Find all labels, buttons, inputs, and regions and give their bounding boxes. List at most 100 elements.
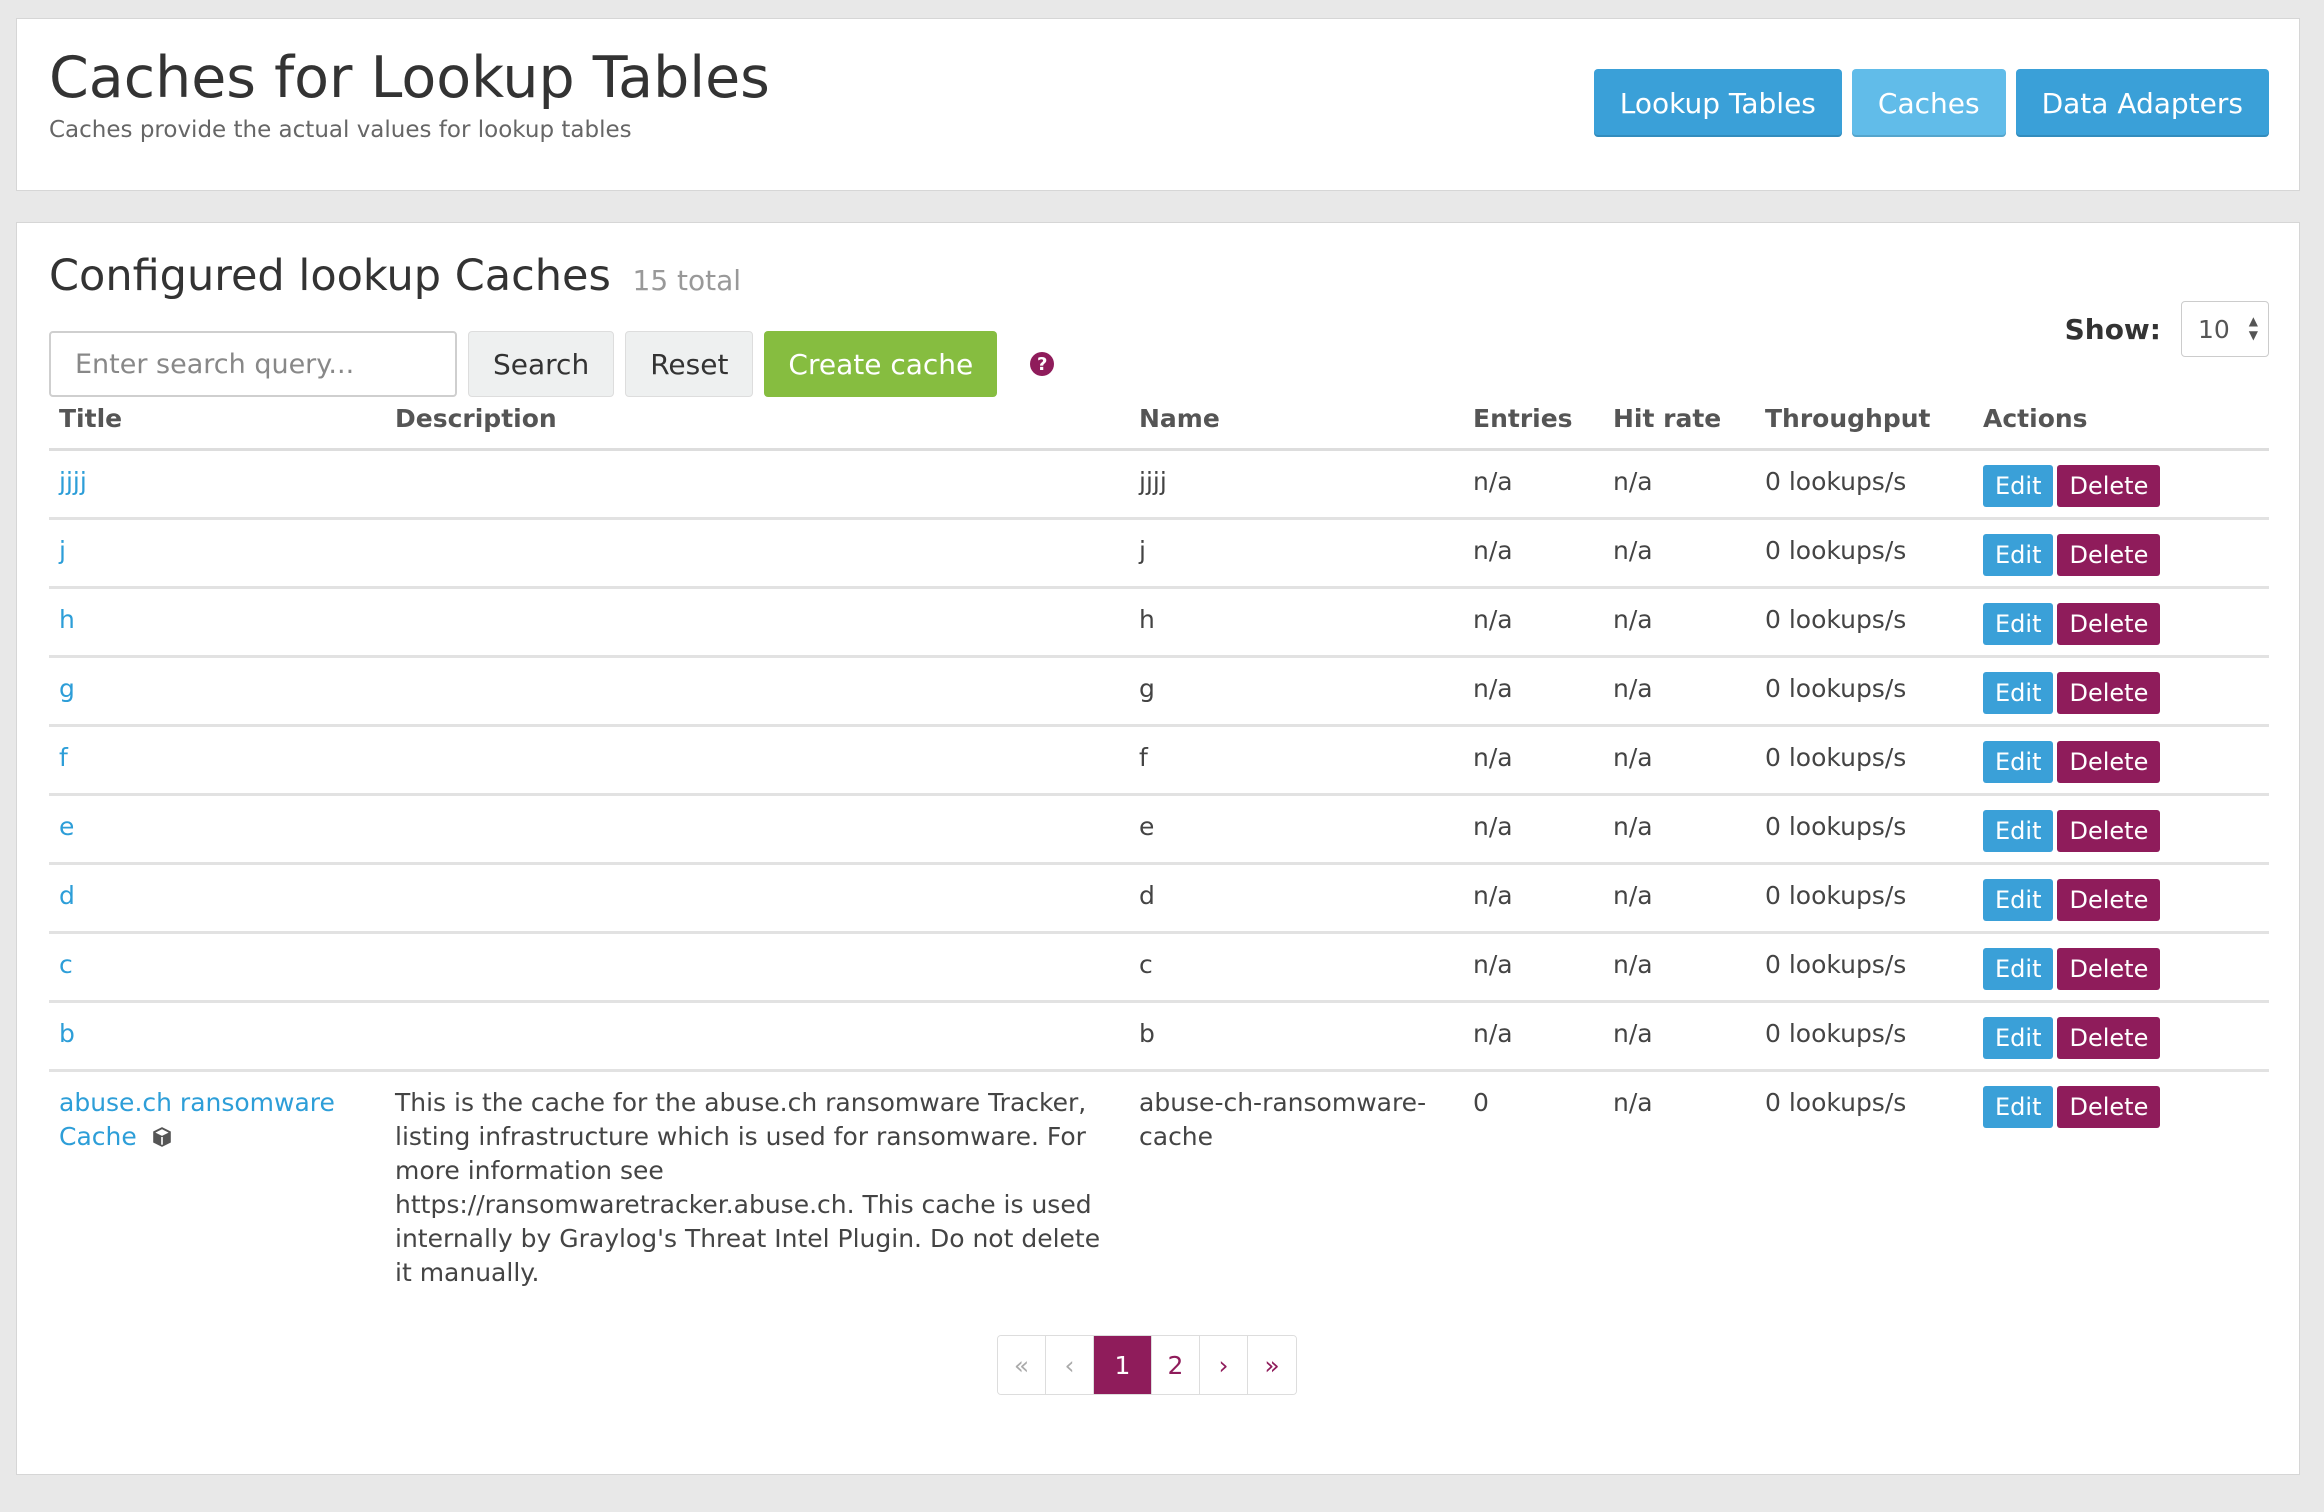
table-row: e e n/a n/a 0 lookups/s Edit Delete (49, 794, 2269, 865)
cache-name: abuse-ch-ransomware-cache (1139, 1088, 1427, 1151)
page-subtitle: Caches provide the actual values for loo… (49, 117, 632, 143)
delete-button[interactable]: Delete (2057, 879, 2161, 921)
create-cache-button[interactable]: Create cache (764, 331, 998, 397)
cache-name: g (1129, 656, 1463, 727)
cache-name: c (1129, 932, 1463, 1003)
cache-name: e (1129, 794, 1463, 865)
cache-entries: n/a (1463, 518, 1603, 589)
edit-button[interactable]: Edit (1983, 948, 2054, 990)
cache-description (385, 1001, 1129, 1072)
cube-icon (152, 1127, 171, 1147)
edit-button[interactable]: Edit (1983, 465, 2054, 507)
cache-title-link[interactable]: abuse.ch ransomware Cache (59, 1088, 335, 1151)
page-size-control: Show: 10 ▲ ▼ (2065, 301, 2269, 357)
header-panel: Caches for Lookup Tables Caches provide … (16, 18, 2300, 191)
column-actions: Actions (1973, 401, 2269, 451)
edit-button[interactable]: Edit (1983, 534, 2054, 576)
pagination: « ‹ 1 2 › » (997, 1335, 1297, 1395)
prev-page-button[interactable]: ‹ (1046, 1336, 1094, 1394)
cache-entries: n/a (1463, 587, 1603, 658)
cache-throughput: 0 lookups/s (1755, 863, 1973, 934)
cache-description (385, 656, 1129, 727)
edit-button[interactable]: Edit (1983, 810, 2054, 852)
data-adapters-button[interactable]: Data Adapters (2015, 69, 2269, 137)
delete-button[interactable]: Delete (2057, 534, 2161, 576)
search-input[interactable] (49, 331, 457, 397)
column-throughput: Throughput (1755, 401, 1973, 451)
cache-hit-rate: n/a (1603, 794, 1755, 865)
cache-name: f (1129, 725, 1463, 796)
table-row: f f n/a n/a 0 lookups/s Edit Delete (49, 725, 2269, 796)
cache-description (385, 725, 1129, 796)
delete-button[interactable]: Delete (2057, 465, 2161, 507)
edit-button[interactable]: Edit (1983, 879, 2054, 921)
cache-title-link[interactable]: h (59, 605, 75, 634)
cache-description (385, 518, 1129, 589)
delete-button[interactable]: Delete (2057, 1017, 2161, 1059)
page-title: Caches for Lookup Tables (49, 45, 770, 111)
total-count: 15 total (632, 264, 742, 297)
cache-description (385, 863, 1129, 934)
cache-title-link[interactable]: j (59, 536, 66, 565)
cache-name: h (1129, 587, 1463, 658)
cache-name: b (1129, 1001, 1463, 1072)
column-hit-rate: Hit rate (1603, 401, 1755, 451)
lookup-tables-button[interactable]: Lookup Tables (1593, 69, 1842, 137)
cache-hit-rate: n/a (1603, 725, 1755, 796)
edit-button[interactable]: Edit (1983, 1017, 2054, 1059)
cache-hit-rate: n/a (1603, 518, 1755, 589)
search-button[interactable]: Search (468, 331, 615, 397)
next-page-button[interactable]: › (1200, 1336, 1248, 1394)
table-row: h h n/a n/a 0 lookups/s Edit Delete (49, 587, 2269, 658)
delete-button[interactable]: Delete (2057, 741, 2161, 783)
cache-description (385, 932, 1129, 1003)
caches-button[interactable]: Caches (1851, 69, 2006, 137)
cache-hit-rate: n/a (1603, 587, 1755, 658)
table-row: d d n/a n/a 0 lookups/s Edit Delete (49, 863, 2269, 934)
last-page-button[interactable]: » (1248, 1336, 1296, 1394)
cache-description (385, 449, 1129, 520)
column-entries: Entries (1463, 401, 1603, 451)
cache-description: This is the cache for the abuse.ch ranso… (395, 1088, 1101, 1287)
edit-button[interactable]: Edit (1983, 672, 2054, 714)
edit-button[interactable]: Edit (1983, 1086, 2054, 1128)
toolbar: Search Reset Create cache ? (49, 331, 1055, 397)
page-1-button[interactable]: 1 (1094, 1336, 1152, 1394)
cache-title-link[interactable]: e (59, 812, 74, 841)
delete-button[interactable]: Delete (2057, 810, 2161, 852)
first-page-button[interactable]: « (998, 1336, 1046, 1394)
cache-throughput: 0 lookups/s (1755, 932, 1973, 1003)
cache-title-link[interactable]: d (59, 881, 75, 910)
edit-button[interactable]: Edit (1983, 603, 2054, 645)
cache-title-link[interactable]: jjjj (59, 467, 87, 496)
page-size-value: 10 (2198, 314, 2230, 344)
edit-button[interactable]: Edit (1983, 741, 2054, 783)
delete-button[interactable]: Delete (2057, 603, 2161, 645)
cache-title-link[interactable]: f (59, 743, 68, 772)
cache-title-link[interactable]: b (59, 1019, 75, 1048)
section-title-text: Configured lookup Caches (49, 251, 611, 301)
page-2-button[interactable]: 2 (1152, 1336, 1200, 1394)
page-size-select[interactable]: 10 ▲ ▼ (2181, 301, 2269, 357)
cache-entries: 0 (1473, 1088, 1489, 1117)
cache-throughput: 0 lookups/s (1755, 656, 1973, 727)
show-label: Show: (2064, 312, 2161, 346)
cache-hit-rate: n/a (1613, 1088, 1653, 1117)
delete-button[interactable]: Delete (2057, 672, 2161, 714)
cache-title-link[interactable]: c (59, 950, 73, 979)
help-icon[interactable]: ? (1030, 352, 1055, 376)
cache-hit-rate: n/a (1603, 932, 1755, 1003)
cache-entries: n/a (1463, 449, 1603, 520)
delete-button[interactable]: Delete (2057, 1086, 2161, 1128)
cache-throughput: 0 lookups/s (1765, 1088, 1907, 1117)
table-header-row: Title Description Name Entries Hit rate … (49, 401, 2269, 451)
column-title: Title (49, 401, 385, 451)
delete-button[interactable]: Delete (2057, 948, 2161, 990)
cache-throughput: 0 lookups/s (1755, 587, 1973, 658)
cache-name: j (1129, 518, 1463, 589)
cache-hit-rate: n/a (1603, 656, 1755, 727)
section-title: Configured lookup Caches 15 total (49, 251, 741, 301)
reset-button[interactable]: Reset (625, 331, 754, 397)
cache-title-link[interactable]: g (59, 674, 75, 703)
cache-hit-rate: n/a (1603, 863, 1755, 934)
